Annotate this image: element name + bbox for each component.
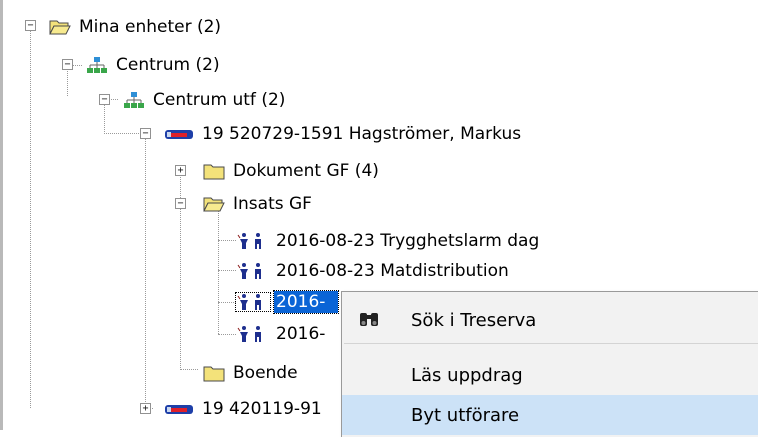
tree-node-insats[interactable]: Insats GF bbox=[203, 192, 314, 216]
menu-item-change-performer[interactable]: Byt utförare bbox=[342, 395, 758, 435]
tree-node-centrum[interactable]: Centrum (2) bbox=[86, 53, 222, 77]
menu-item-label: Läs uppdrag bbox=[411, 364, 523, 386]
tree-node-label: 2016-08-23 Matdistribution bbox=[276, 261, 509, 281]
tree-node-label: 2016- bbox=[273, 290, 339, 314]
tree-line bbox=[218, 270, 236, 271]
tree-line bbox=[218, 240, 236, 241]
tree-line bbox=[30, 30, 31, 408]
tree-node-label: 19 520729-1591 Hagströmer, Markus bbox=[202, 124, 522, 144]
tree-node-label: 19 420119-91 bbox=[202, 399, 322, 419]
person-card-icon bbox=[164, 125, 194, 143]
tree-line bbox=[218, 334, 236, 335]
expand-toggle[interactable]: + bbox=[175, 165, 186, 176]
care-persons-icon bbox=[236, 262, 270, 280]
org-unit-icon bbox=[86, 56, 108, 74]
tree-node-label: 2016-08-23 Trygghetslarm dag bbox=[276, 231, 540, 251]
org-unit-icon bbox=[123, 91, 145, 109]
tree-node-label: Centrum (2) bbox=[116, 55, 220, 75]
tree-node-label: 2016- bbox=[276, 324, 326, 344]
person-card-icon bbox=[164, 400, 194, 418]
tree-node-insats-item[interactable]: 2016-08-23 Matdistribution bbox=[236, 259, 511, 283]
menu-item-search[interactable]: Sök i Treserva bbox=[342, 300, 758, 340]
tree-node-boende[interactable]: Boende bbox=[203, 361, 300, 385]
tree-node-label: Mina enheter (2) bbox=[79, 17, 222, 37]
tree-node-insats-item-selected[interactable]: 2016- bbox=[235, 290, 339, 314]
menu-item-label: Byt utförare bbox=[411, 404, 520, 426]
folder-icon bbox=[203, 162, 225, 180]
tree-node-label: Centrum utf (2) bbox=[153, 90, 286, 110]
open-folder-icon bbox=[49, 18, 71, 36]
context-menu: Sök i Treserva Läs uppdrag Byt utförare bbox=[341, 291, 758, 437]
tree-node-dokument[interactable]: Dokument GF (4) bbox=[203, 159, 381, 183]
tree-line bbox=[218, 210, 219, 334]
folder-icon bbox=[203, 364, 225, 382]
care-persons-icon bbox=[236, 232, 270, 250]
tree-line bbox=[104, 104, 105, 134]
tree-node-insats-item[interactable]: 2016-08-23 Trygghetslarm dag bbox=[236, 229, 541, 253]
collapse-toggle[interactable]: − bbox=[175, 198, 186, 209]
collapse-toggle[interactable]: − bbox=[140, 128, 151, 139]
tree-line bbox=[145, 138, 146, 408]
tree-line bbox=[218, 302, 236, 303]
binoculars-icon bbox=[358, 310, 380, 333]
tree-node-person[interactable]: 19 520729-1591 Hagströmer, Markus bbox=[164, 122, 523, 146]
open-folder-icon bbox=[203, 195, 225, 213]
collapse-toggle[interactable]: − bbox=[25, 20, 36, 31]
left-border bbox=[0, 0, 3, 430]
tree-line bbox=[104, 133, 139, 134]
menu-item-read[interactable]: Läs uppdrag bbox=[342, 355, 758, 395]
menu-item-label: Sök i Treserva bbox=[411, 309, 537, 331]
tree-node-mina-enheter[interactable]: Mina enheter (2) bbox=[49, 15, 223, 39]
collapse-toggle[interactable]: − bbox=[62, 59, 73, 70]
care-persons-icon bbox=[235, 292, 271, 312]
tree-line bbox=[67, 66, 68, 96]
tree-node-centrum-utf[interactable]: Centrum utf (2) bbox=[123, 88, 287, 112]
tree-node-label: Dokument GF (4) bbox=[233, 161, 379, 181]
menu-separator bbox=[344, 343, 758, 344]
tree-line bbox=[180, 369, 198, 370]
tree-node-label: Boende bbox=[233, 363, 298, 383]
care-persons-icon bbox=[236, 325, 270, 343]
collapse-toggle[interactable]: − bbox=[99, 94, 110, 105]
tree-node-insats-item[interactable]: 2016- bbox=[236, 322, 327, 346]
tree-node-label: Insats GF bbox=[233, 194, 312, 214]
expand-toggle[interactable]: + bbox=[140, 403, 151, 414]
tree-node-person[interactable]: 19 420119-91 bbox=[164, 397, 324, 421]
